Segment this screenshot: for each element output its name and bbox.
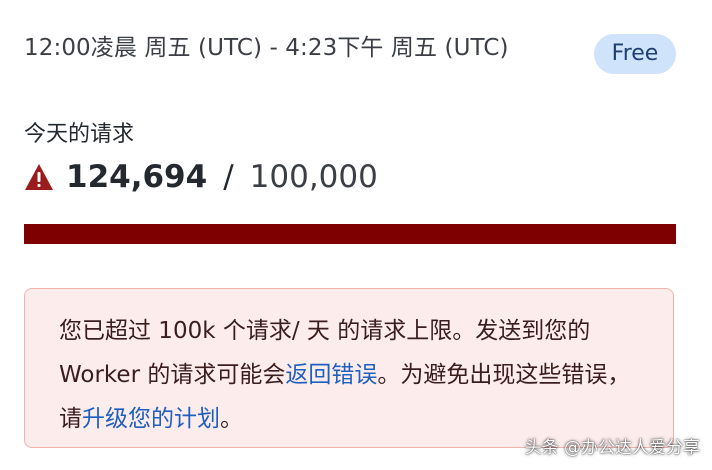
watermark-text: 头条 @办公达人爱分享 — [524, 438, 700, 458]
upgrade-plan-link[interactable]: 升级您的计划 — [82, 406, 220, 432]
plan-badge: Free — [594, 34, 676, 74]
request-limit: 100,000 — [249, 159, 378, 195]
time-range-text: 12:00凌晨 周五 (UTC) - 4:23下午 周五 (UTC) — [24, 35, 509, 61]
usage-progress-bar — [24, 224, 676, 244]
return-errors-link[interactable]: 返回错误 — [285, 362, 377, 388]
warning-triangle-icon — [24, 163, 54, 191]
limit-exceeded-alert: 您已超过 100k 个请求/ 天 的请求上限。发送到您的 Worker 的请求可… — [24, 288, 674, 448]
usage-row: 124,694 / 100,000 — [24, 155, 378, 199]
usage-progress-fill — [24, 224, 676, 244]
requests-usage-card: 12:00凌晨 周五 (UTC) - 4:23下午 周五 (UTC) Free … — [0, 0, 712, 470]
alert-text-end: 。 — [220, 406, 243, 432]
usage-separator: / — [223, 159, 234, 195]
requests-today-label: 今天的请求 — [24, 122, 135, 147]
current-request-count: 124,694 — [66, 159, 208, 195]
